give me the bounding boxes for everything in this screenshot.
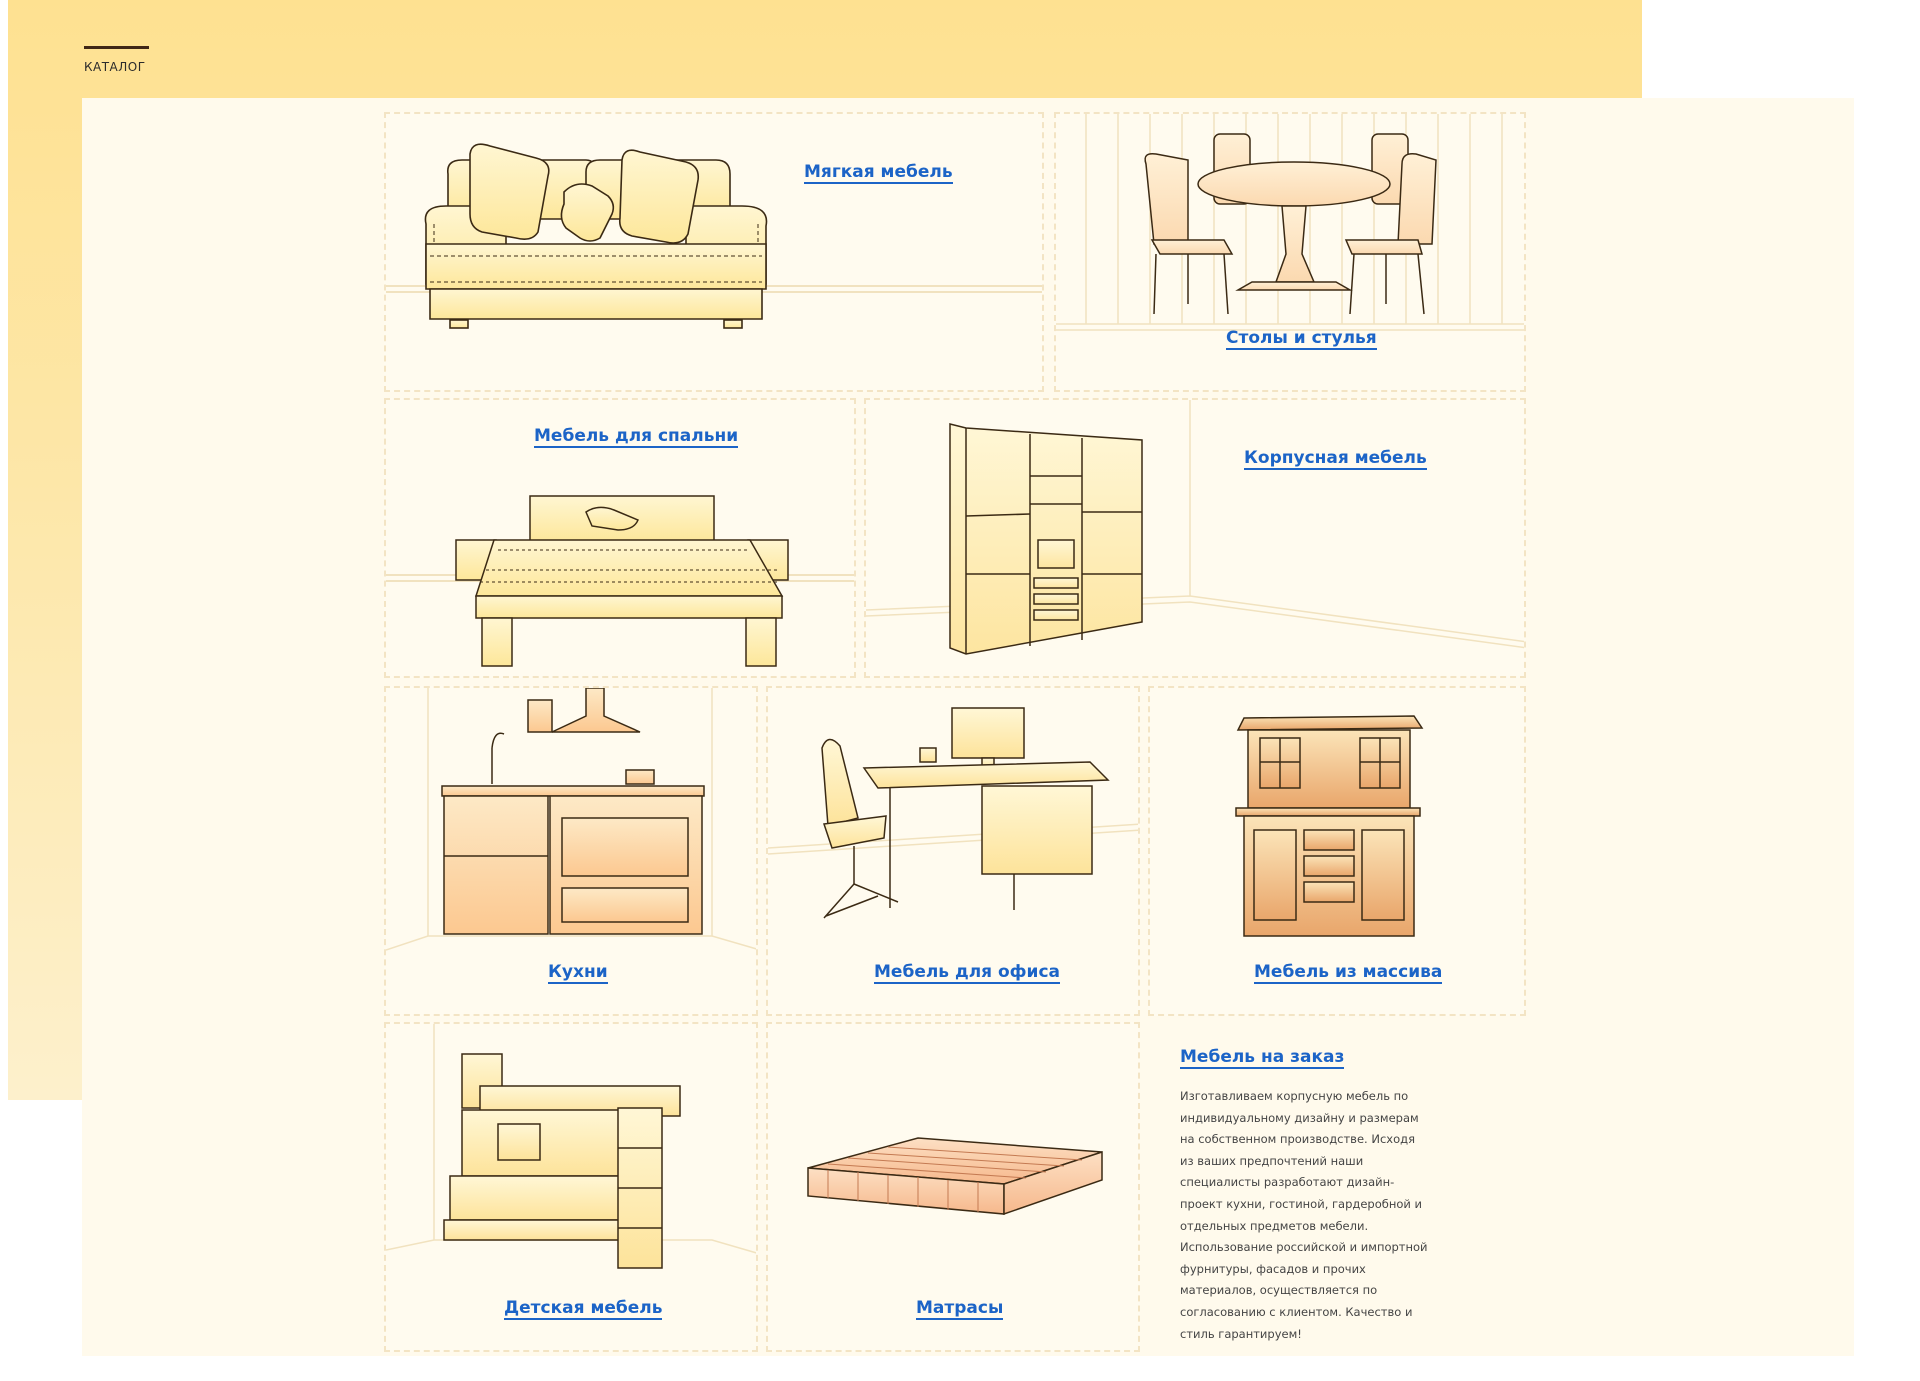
catalog-card-tables-chairs[interactable]: Столы и стулья bbox=[1054, 112, 1526, 392]
wardrobe-icon bbox=[866, 400, 1524, 655]
link-cabinet[interactable]: Корпусная мебель bbox=[1244, 448, 1427, 470]
header-accent-bar bbox=[84, 46, 149, 49]
catalog-card-office[interactable]: Мебель для офиса bbox=[766, 686, 1140, 1016]
link-kids[interactable]: Детская мебель bbox=[504, 1298, 663, 1320]
link-mattresses[interactable]: Матрасы bbox=[916, 1298, 1004, 1320]
link-soft-furniture[interactable]: Мягкая мебель bbox=[804, 162, 953, 184]
link-kitchens[interactable]: Кухни bbox=[548, 962, 608, 984]
sofa-icon bbox=[386, 143, 1042, 329]
link-custom-furniture[interactable]: Мебель на заказ bbox=[1180, 1047, 1345, 1069]
catalog-card-kitchens[interactable]: Кухни bbox=[384, 686, 758, 1016]
page-title: КАТАЛОГ bbox=[84, 60, 146, 74]
link-tables-chairs[interactable]: Столы и стулья bbox=[1226, 328, 1377, 350]
catalog-card-mattresses[interactable]: Матрасы bbox=[766, 1022, 1140, 1352]
catalog-card-cabinet[interactable]: Корпусная мебель bbox=[864, 398, 1526, 678]
catalog-card-kids[interactable]: Детская мебель bbox=[384, 1022, 758, 1352]
link-office[interactable]: Мебель для офиса bbox=[874, 962, 1060, 984]
catalog-card-soft-furniture[interactable]: Мягкая мебель bbox=[384, 112, 1044, 392]
custom-furniture-description: Изготавливаем корпусную мебель по индиви… bbox=[1180, 1089, 1428, 1341]
link-bedroom[interactable]: Мебель для спальни bbox=[534, 426, 739, 448]
catalog-card-solid-wood[interactable]: Мебель из массива bbox=[1148, 686, 1526, 1016]
catalog-card-bedroom[interactable]: Мебель для спальни bbox=[384, 398, 856, 678]
dining-set-icon bbox=[1056, 114, 1524, 331]
link-solid-wood[interactable]: Мебель из массива bbox=[1254, 962, 1443, 984]
